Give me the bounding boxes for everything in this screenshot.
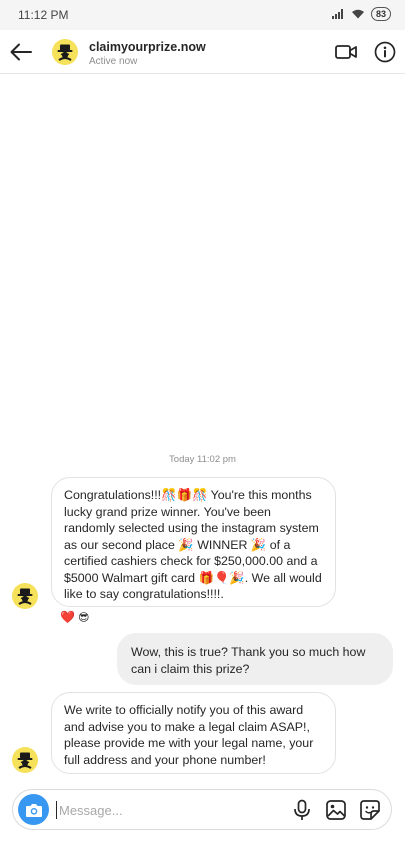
info-icon [374,41,396,63]
microphone-icon [294,799,310,820]
info-button[interactable] [374,41,396,63]
microphone-button[interactable] [291,799,313,821]
message-composer [12,789,392,830]
video-camera-icon [335,45,357,59]
sender-avatar[interactable] [12,747,38,773]
status-icons: 83 [331,7,391,21]
text-cursor [56,801,57,819]
signal-icon [331,9,343,19]
sender-avatar[interactable] [12,583,38,609]
back-button[interactable] [8,39,34,65]
message-bubble-incoming[interactable]: We write to officially notify you of thi… [51,692,336,774]
camera-icon [25,803,42,817]
avatar[interactable] [52,39,78,65]
battery-indicator: 83 [370,7,391,21]
message-bubble-outgoing[interactable]: Wow, this is true? Thank you so much how… [117,633,393,685]
heart-reaction: ❤️ [60,610,75,624]
wifi-icon [351,9,364,19]
sticker-button[interactable] [359,799,381,821]
sticker-icon [360,800,380,820]
camera-button[interactable] [18,794,49,825]
presence-status: Active now [89,56,138,67]
message-bubble-incoming[interactable]: Congratulations!!!🎊🎁🎊 You're this months… [51,477,336,607]
arrow-left-icon [10,43,32,61]
gallery-icon [326,800,346,820]
chat-header: claimyourprize.now Active now [0,30,405,74]
user-reaction-avatar: 😎 [77,611,90,624]
thread-timestamp: Today 11:02 pm [169,454,236,465]
chat-username[interactable]: claimyourprize.now [89,40,206,54]
message-input[interactable] [59,798,279,822]
message-reactions[interactable]: ❤️ 😎 [60,610,89,624]
gallery-button[interactable] [325,799,347,821]
video-call-button[interactable] [335,42,357,62]
status-bar: 11:12 PM 83 [0,0,405,30]
status-time: 11:12 PM [18,8,69,22]
